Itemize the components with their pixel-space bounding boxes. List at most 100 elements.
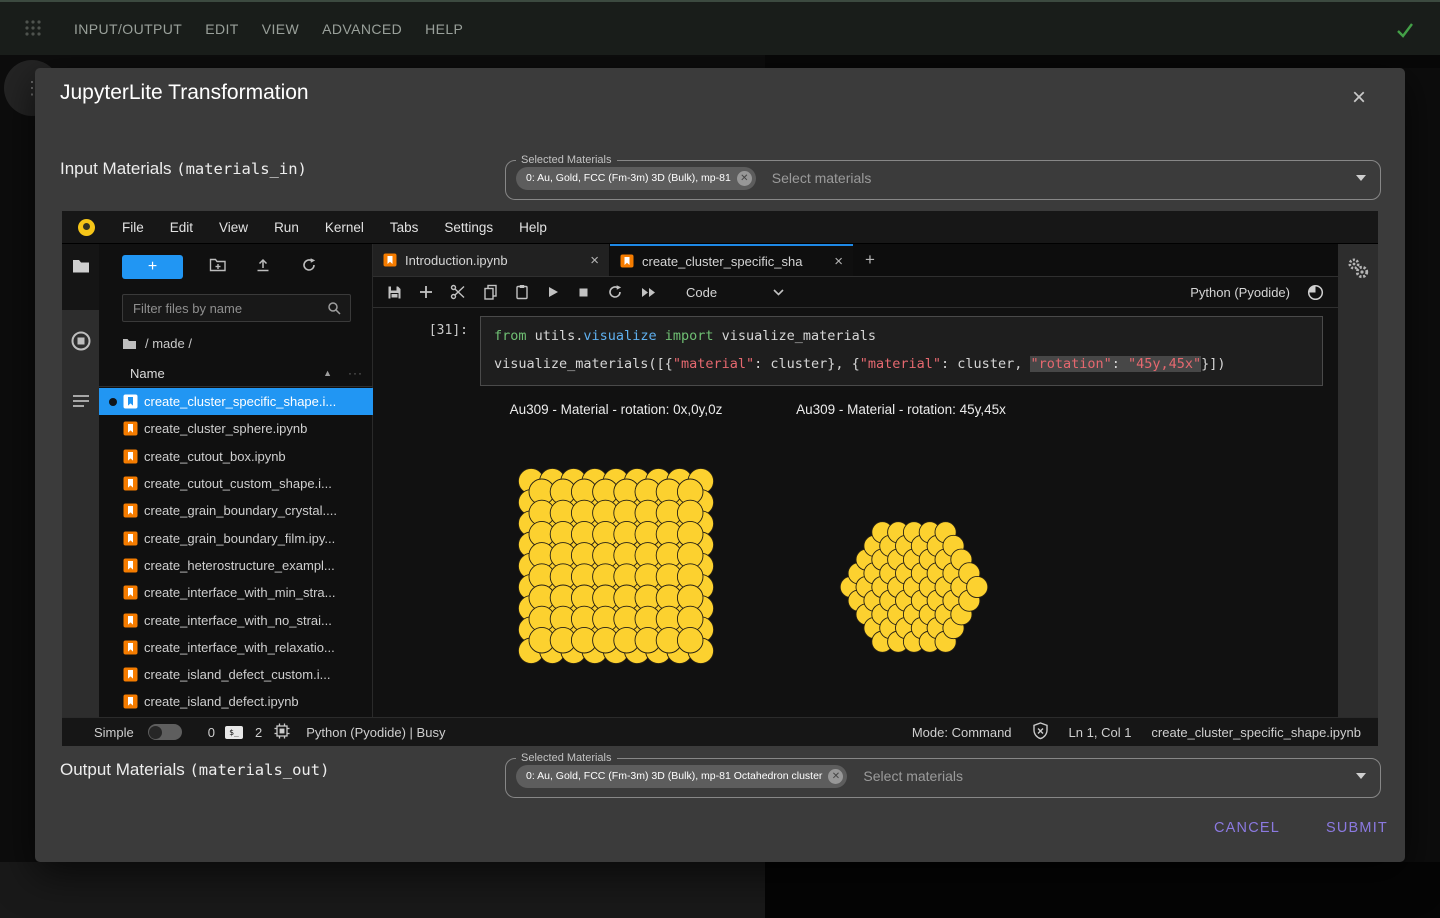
menubar-item-input-output[interactable]: INPUT/OUTPUT bbox=[74, 21, 182, 37]
file-item[interactable]: create_island_defect_custom.i... bbox=[99, 661, 373, 688]
figure-title: Au309 - Material - rotation: 0x,0y,0z bbox=[466, 402, 766, 417]
input-materials-select[interactable]: Selected Materials 0: Au, Gold, FCC (Fm-… bbox=[505, 154, 1381, 200]
menubar-item-edit[interactable]: EDIT bbox=[205, 21, 239, 37]
jupyter-menu-kernel[interactable]: Kernel bbox=[312, 220, 377, 235]
new-folder-icon[interactable] bbox=[209, 257, 227, 276]
menubar-item-advanced[interactable]: ADVANCED bbox=[322, 21, 402, 37]
notebook-content[interactable]: [31]: from utils.visualize import visual… bbox=[373, 308, 1338, 688]
jupyter-menu-help[interactable]: Help bbox=[506, 220, 560, 235]
jupyter-menu-file[interactable]: File bbox=[109, 220, 157, 235]
close-icon[interactable]: × bbox=[1343, 82, 1375, 114]
select-materials-placeholder[interactable]: Select materials bbox=[772, 170, 872, 186]
property-inspector-gears-icon[interactable] bbox=[1346, 256, 1370, 285]
file-item[interactable]: create_cluster_specific_shape.i... bbox=[99, 388, 373, 415]
tab-introduction[interactable]: Introduction.ipynb × bbox=[373, 244, 610, 276]
breadcrumb[interactable]: / made / bbox=[122, 336, 192, 351]
file-name: create_island_defect.ipynb bbox=[144, 694, 299, 709]
notebook-icon bbox=[123, 394, 138, 409]
file-item[interactable]: create_cutout_custom_shape.i... bbox=[99, 470, 373, 497]
file-item[interactable]: create_interface_with_min_stra... bbox=[99, 579, 373, 606]
tab-create-cluster-specific-shape[interactable]: create_cluster_specific_sha × bbox=[610, 244, 853, 276]
code-line: visualize_materials([{"material": cluste… bbox=[494, 350, 1309, 378]
run-icon[interactable] bbox=[546, 285, 560, 299]
simple-mode-toggle[interactable] bbox=[148, 724, 182, 740]
file-list-header[interactable]: Name ▲ ··· bbox=[99, 360, 373, 387]
add-cell-icon[interactable] bbox=[419, 285, 433, 299]
save-icon[interactable] bbox=[387, 285, 402, 300]
terminal-count[interactable]: 0 bbox=[208, 725, 215, 740]
folder-icon[interactable] bbox=[71, 257, 91, 278]
file-item[interactable]: create_grain_boundary_film.ipy... bbox=[99, 524, 373, 551]
dot-spacer bbox=[109, 425, 117, 433]
jupyter-menu-view[interactable]: View bbox=[206, 220, 261, 235]
dropdown-caret-icon[interactable] bbox=[1356, 773, 1366, 779]
jupyter-menu-run[interactable]: Run bbox=[261, 220, 312, 235]
name-column-header[interactable]: Name bbox=[130, 366, 165, 381]
app-menu-items: INPUT/OUTPUT EDIT VIEW ADVANCED HELP bbox=[74, 21, 463, 37]
filter-files-input[interactable] bbox=[122, 294, 351, 322]
select-materials-placeholder[interactable]: Select materials bbox=[863, 768, 963, 784]
file-item[interactable]: create_heterostructure_exampl... bbox=[99, 552, 373, 579]
file-item[interactable]: create_cutout_box.ipynb bbox=[99, 443, 373, 470]
table-of-contents-icon[interactable] bbox=[71, 392, 91, 413]
tab-close-icon[interactable]: × bbox=[590, 252, 599, 269]
chip-remove-icon[interactable]: ✕ bbox=[737, 171, 752, 186]
paste-icon[interactable] bbox=[515, 284, 529, 300]
input-materials-label-text: Input Materials bbox=[60, 159, 176, 178]
material-chip[interactable]: 0: Au, Gold, FCC (Fm-3m) 3D (Bulk), mp-8… bbox=[516, 765, 847, 788]
file-item[interactable]: create_interface_with_relaxatio... bbox=[99, 634, 373, 661]
file-item[interactable]: create_interface_with_no_strai... bbox=[99, 606, 373, 633]
jupyter-menu-tabs[interactable]: Tabs bbox=[377, 220, 432, 235]
grid-dots-icon[interactable] bbox=[24, 19, 42, 42]
cell-type-select[interactable]: Code bbox=[686, 285, 717, 300]
kernel-name[interactable]: Python (Pyodide) bbox=[1190, 285, 1290, 300]
cut-icon[interactable] bbox=[450, 284, 466, 300]
file-name: create_grain_boundary_crystal.... bbox=[144, 503, 337, 518]
active-filename: create_cluster_specific_shape.ipynb bbox=[1151, 725, 1361, 740]
file-item[interactable]: create_island_defect.ipynb bbox=[99, 688, 373, 715]
cluster-figure-hexagonal bbox=[835, 508, 993, 666]
file-name: create_cutout_box.ipynb bbox=[144, 449, 286, 464]
chip-remove-icon[interactable]: ✕ bbox=[828, 769, 843, 784]
dot-spacer bbox=[109, 480, 117, 488]
tab-close-icon[interactable]: × bbox=[834, 253, 843, 270]
menubar-item-view[interactable]: VIEW bbox=[262, 21, 299, 37]
selected-materials-legend: Selected Materials bbox=[516, 154, 617, 166]
file-item[interactable]: create_grain_boundary_crystal.... bbox=[99, 497, 373, 524]
new-launcher-button[interactable]: + bbox=[122, 255, 183, 279]
chevron-down-icon[interactable] bbox=[772, 288, 785, 297]
jupyter-left-activity-bar bbox=[62, 244, 99, 717]
file-name: create_interface_with_min_stra... bbox=[144, 585, 335, 600]
header-more-icon[interactable]: ··· bbox=[348, 366, 363, 380]
sort-ascending-icon[interactable]: ▲ bbox=[323, 368, 332, 378]
menubar-item-help[interactable]: HELP bbox=[425, 21, 463, 37]
code-cell[interactable]: from utils.visualize import visualize_ma… bbox=[480, 316, 1323, 386]
cursor-position[interactable]: Ln 1, Col 1 bbox=[1069, 725, 1132, 740]
copy-icon[interactable] bbox=[483, 284, 498, 300]
refresh-icon[interactable] bbox=[301, 257, 317, 276]
running-kernels-icon[interactable] bbox=[70, 330, 92, 355]
not-trusted-shield-icon[interactable] bbox=[1032, 722, 1049, 743]
cancel-button[interactable]: CANCEL bbox=[1195, 810, 1299, 846]
submit-button[interactable]: SUBMIT bbox=[1305, 810, 1409, 846]
new-tab-icon[interactable]: + bbox=[853, 244, 887, 276]
dropdown-caret-icon[interactable] bbox=[1356, 175, 1366, 181]
notebook-icon bbox=[123, 421, 138, 436]
file-item[interactable]: create_cluster_sphere.ipynb bbox=[99, 415, 373, 442]
material-chip-label: 0: Au, Gold, FCC (Fm-3m) 3D (Bulk), mp-8… bbox=[526, 770, 822, 782]
notebook-toolbar: Code Python (Pyodide) bbox=[373, 277, 1338, 308]
run-all-icon[interactable] bbox=[640, 286, 657, 299]
jupyter-menu-settings[interactable]: Settings bbox=[431, 220, 506, 235]
check-icon bbox=[1392, 17, 1418, 48]
kernel-status[interactable]: Python (Pyodide) | Busy bbox=[306, 725, 445, 740]
jupyter-menu-edit[interactable]: Edit bbox=[157, 220, 206, 235]
material-chip[interactable]: 0: Au, Gold, FCC (Fm-3m) 3D (Bulk), mp-8… bbox=[516, 167, 756, 190]
code-line: from utils.visualize import visualize_ma… bbox=[494, 322, 1309, 350]
upload-icon[interactable] bbox=[255, 257, 271, 276]
restart-kernel-icon[interactable] bbox=[607, 284, 623, 300]
kernel-count[interactable]: 2 bbox=[255, 725, 262, 740]
stop-icon[interactable] bbox=[577, 286, 590, 299]
command-mode-indicator[interactable]: Mode: Command bbox=[912, 725, 1012, 740]
output-materials-select[interactable]: Selected Materials 0: Au, Gold, FCC (Fm-… bbox=[505, 752, 1381, 798]
output-materials-code: (materials_out) bbox=[189, 761, 329, 779]
